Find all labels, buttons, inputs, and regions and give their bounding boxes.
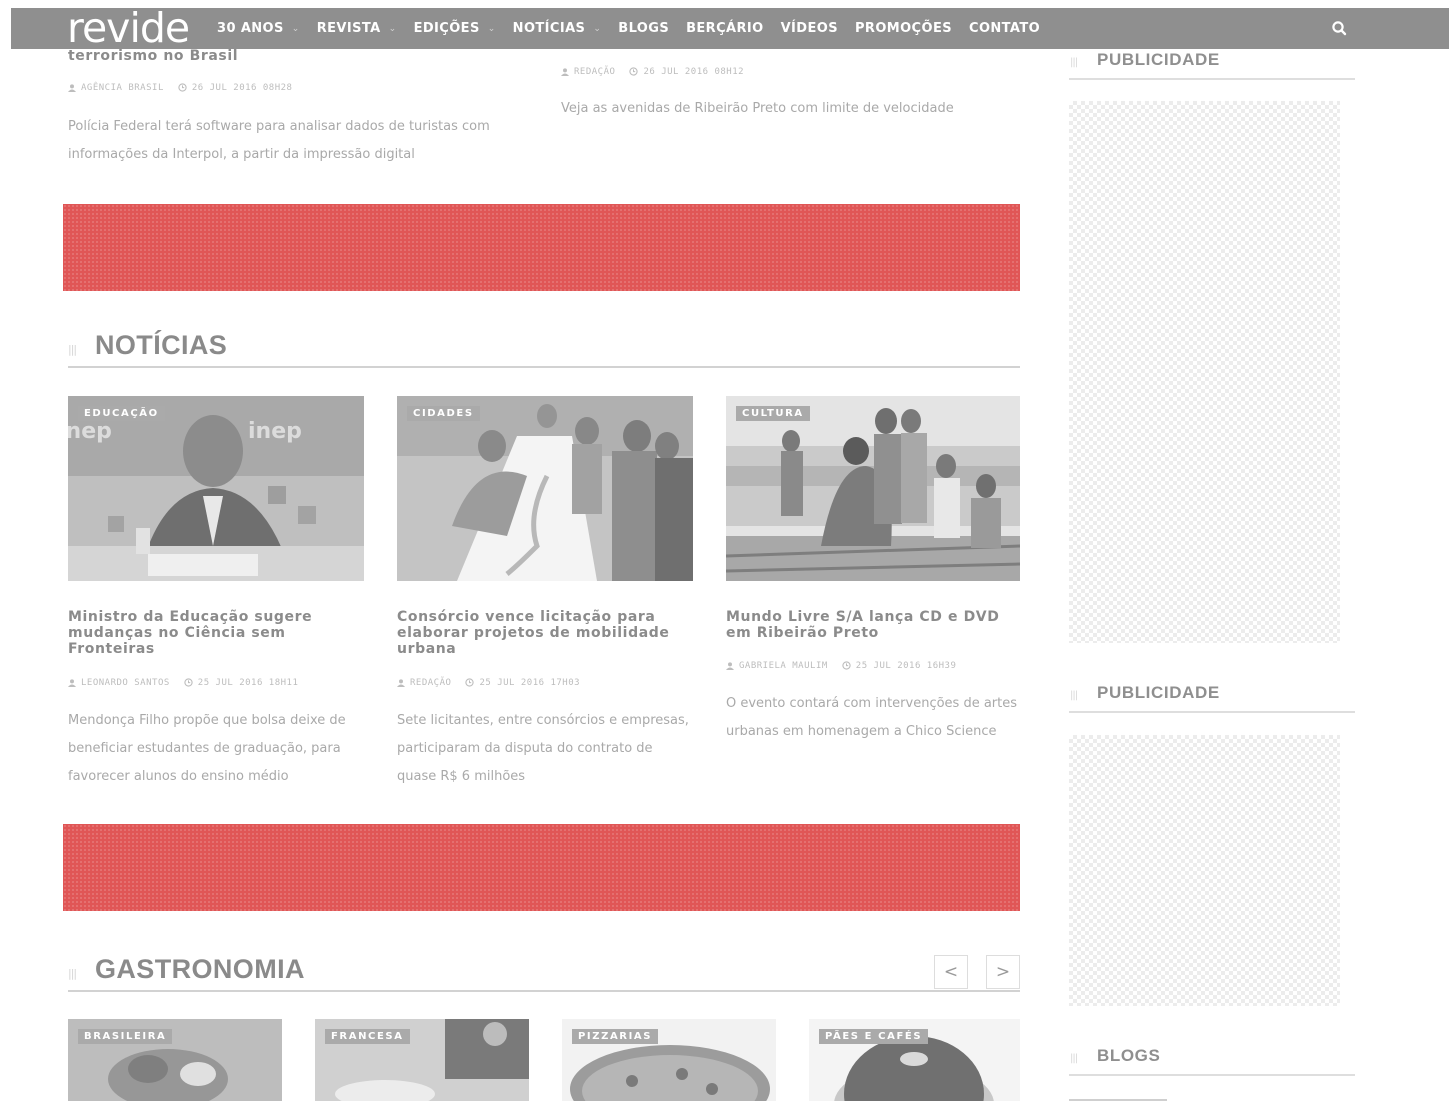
- nav-item-videos[interactable]: VÍDEOS: [781, 21, 838, 36]
- user-icon: [726, 661, 734, 670]
- article-author: REDAÇÃO: [561, 67, 615, 77]
- nav-item-contato[interactable]: CONTATO: [969, 21, 1040, 36]
- article-meta: AGÊNCIA BRASIL 26 JUL 2016 08H28: [68, 83, 292, 93]
- article-date: 25 JUL 2016 16H39: [842, 661, 957, 671]
- article-meta: REDAÇÃO 26 JUL 2016 08H12: [561, 67, 744, 77]
- nav-item-edicoes[interactable]: EDIÇÕES ⌄: [414, 21, 496, 36]
- section-bars-icon: |||: [1070, 57, 1078, 68]
- section-header-noticias: ||| NOTÍCIAS: [68, 328, 1020, 368]
- news-card-image[interactable]: inep inep EDUCAÇÃO: [68, 396, 364, 581]
- news-card-excerpt: O evento contará com intervenções de art…: [726, 696, 1018, 739]
- clock-icon: [465, 678, 475, 687]
- news-card-image[interactable]: CULTURA: [726, 396, 1020, 581]
- search-icon[interactable]: [1331, 20, 1348, 37]
- clock-icon: [842, 661, 851, 670]
- news-card-meta: GABRIELA MAULIM 25 JUL 2016 16H39: [726, 661, 956, 671]
- site-logo[interactable]: revide: [67, 4, 190, 52]
- education-minister-photo: inep inep: [68, 396, 364, 581]
- category-tag[interactable]: FRANCESA: [325, 1029, 410, 1044]
- news-card-excerpt: Mendonça Filho propõe que bolsa deixe de…: [68, 713, 346, 784]
- gastronomia-card-image[interactable]: PIZZARIAS: [562, 1019, 776, 1101]
- article-date: 26 JUL 2016 08H12: [629, 67, 744, 77]
- clock-icon: [178, 83, 187, 92]
- news-card-meta: LEONARDO SANTOS 25 JUL 2016 18H11: [68, 678, 298, 688]
- nav-item-bercario[interactable]: BERÇÁRIO: [686, 21, 764, 36]
- sidebar-ad-slot[interactable]: [1069, 735, 1340, 1006]
- sidebar-section-title: PUBLICIDADE: [1097, 50, 1220, 69]
- nav-item-blogs[interactable]: BLOGS: [618, 21, 669, 36]
- ad-banner[interactable]: [63, 824, 1020, 911]
- carousel-next-button[interactable]: >: [986, 955, 1020, 989]
- clock-icon: [629, 67, 639, 76]
- clock-icon: [184, 678, 193, 687]
- category-tag[interactable]: BRASILEIRA: [78, 1029, 173, 1044]
- band-photo: [726, 396, 1020, 581]
- news-card-image[interactable]: CIDADES: [397, 396, 693, 581]
- user-icon: [561, 67, 569, 76]
- news-card-title[interactable]: Consórcio vence licitação para elaborar …: [397, 609, 693, 657]
- sidebar-section-title: BLOGS: [1097, 1046, 1161, 1065]
- news-card-meta: REDAÇÃO 25 JUL 2016 17H03: [397, 678, 580, 688]
- section-bars-icon: |||: [1070, 1053, 1078, 1064]
- nav-menu: 30 ANOS ⌄ REVISTA ⌄ EDIÇÕES ⌄ NOTÍCIAS ⌄ BLO…: [217, 8, 1057, 49]
- category-tag[interactable]: CIDADES: [407, 406, 480, 421]
- category-tag[interactable]: PÃES E CAFÉS: [819, 1029, 929, 1044]
- sidebar-ad-header: ||| PUBLICIDADE: [1069, 683, 1355, 713]
- article-author: REDAÇÃO: [397, 678, 451, 688]
- gastronomia-card-image[interactable]: FRANCESA: [315, 1019, 529, 1101]
- svg-text:inep: inep: [68, 419, 112, 444]
- article-date: 25 JUL 2016 18H11: [184, 678, 299, 688]
- section-title: NOTÍCIAS: [95, 330, 228, 360]
- user-icon: [397, 678, 405, 687]
- section-title: GASTRONOMIA: [95, 954, 305, 984]
- article-author: LEONARDO SANTOS: [68, 678, 170, 688]
- article-date: 26 JUL 2016 08H28: [178, 83, 293, 93]
- chevron-down-icon: ⌄: [593, 23, 602, 34]
- user-icon: [68, 83, 76, 92]
- sidebar-section-title: PUBLICIDADE: [1097, 683, 1220, 702]
- section-header-gastronomia: ||| GASTRONOMIA: [68, 952, 1020, 992]
- section-bars-icon: |||: [68, 343, 77, 356]
- article-author: GABRIELA MAULIM: [726, 661, 828, 671]
- section-bars-icon: |||: [1070, 690, 1078, 701]
- user-icon: [68, 678, 76, 687]
- ad-banner[interactable]: [63, 204, 1020, 291]
- top-navbar: revide 30 ANOS ⌄ REVISTA ⌄ EDIÇÕES ⌄ NOTÍCI…: [11, 4, 1449, 52]
- svg-text:inep: inep: [248, 419, 302, 444]
- nav-item-noticias[interactable]: NOTÍCIAS ⌄: [513, 21, 602, 36]
- nav-item-revista[interactable]: REVISTA ⌄: [317, 21, 397, 36]
- category-tag[interactable]: CULTURA: [736, 406, 810, 421]
- sidebar-blogs-header: ||| BLOGS: [1069, 1046, 1355, 1076]
- news-card-excerpt: Sete licitantes, entre consórcios e empr…: [397, 713, 689, 784]
- article-author: AGÊNCIA BRASIL: [68, 83, 164, 93]
- sidebar-ad-slot[interactable]: [1069, 101, 1340, 643]
- news-card-title[interactable]: Mundo Livre S/A lança CD e DVD em Ribeir…: [726, 609, 1020, 641]
- section-bars-icon: |||: [68, 967, 77, 980]
- article-date: 25 JUL 2016 17H03: [465, 678, 580, 688]
- gastronomia-card-image[interactable]: PÃES E CAFÉS: [809, 1019, 1020, 1101]
- article-excerpt: Polícia Federal terá software para anali…: [68, 119, 490, 162]
- city-plan-photo: [397, 396, 693, 581]
- article-excerpt: Veja as avenidas de Ribeirão Preto com l…: [561, 101, 954, 116]
- news-card-title[interactable]: Ministro da Educação sugere mudanças no …: [68, 609, 358, 657]
- nav-item-promocoes[interactable]: PROMOÇÕES: [855, 21, 952, 36]
- nav-item-30-anos[interactable]: 30 ANOS ⌄: [217, 21, 300, 36]
- chevron-down-icon: ⌄: [291, 23, 300, 34]
- category-tag[interactable]: PIZZARIAS: [572, 1029, 659, 1044]
- chevron-down-icon: ⌄: [388, 23, 397, 34]
- category-tag[interactable]: EDUCAÇÃO: [78, 406, 165, 421]
- gastronomia-card-image[interactable]: BRASILEIRA: [68, 1019, 282, 1101]
- carousel-prev-button[interactable]: <: [934, 955, 968, 989]
- chevron-down-icon: ⌄: [487, 23, 496, 34]
- sidebar-ad-header: ||| PUBLICIDADE: [1069, 50, 1355, 80]
